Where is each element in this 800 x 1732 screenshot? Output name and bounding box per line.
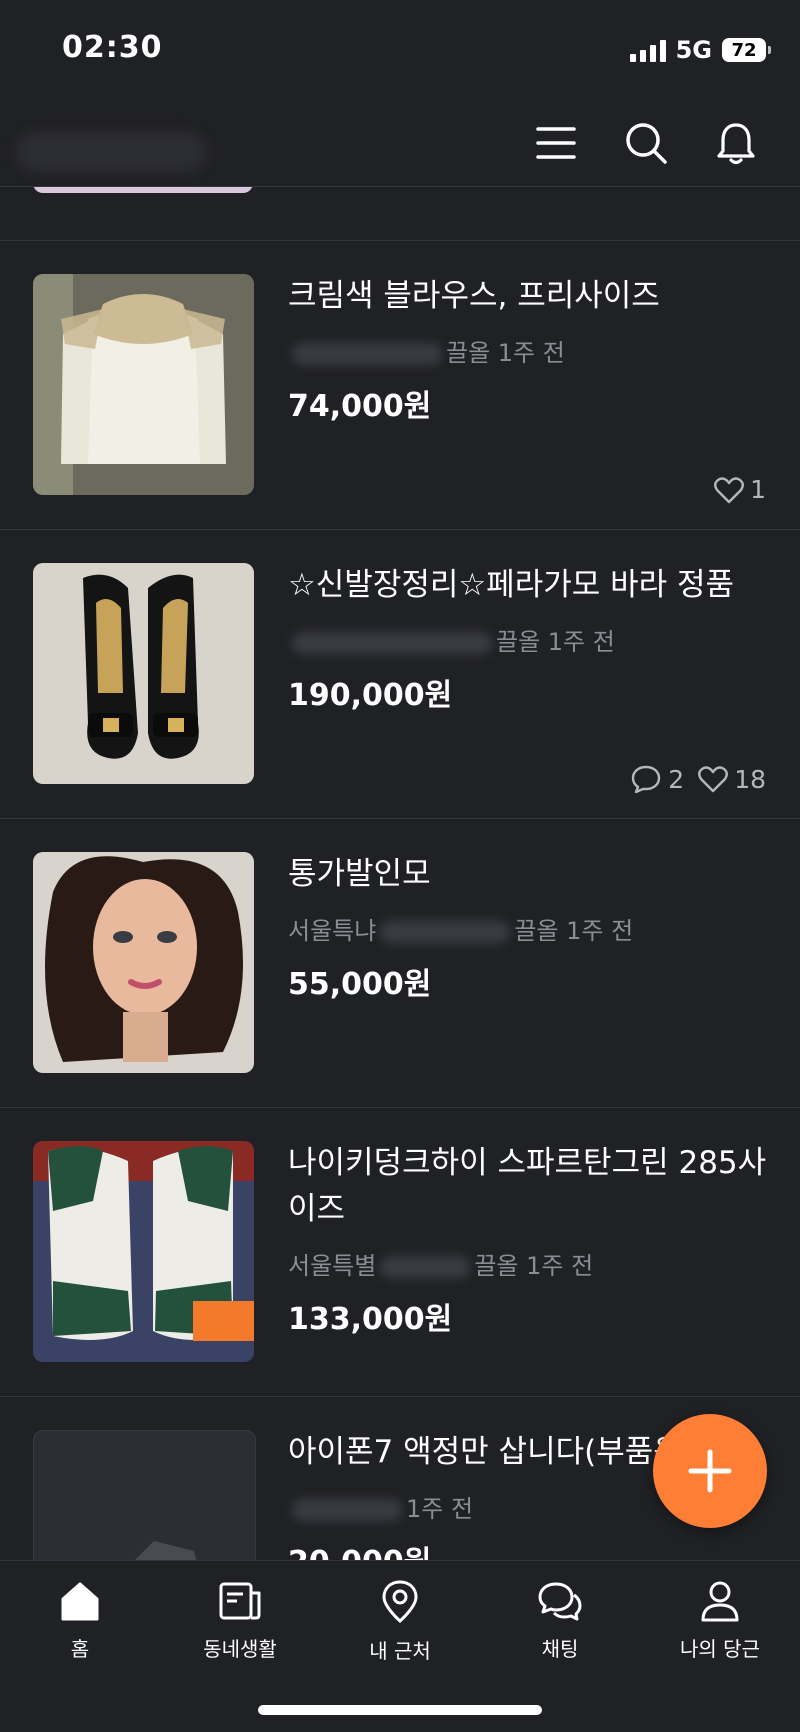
location-redacted: [380, 1256, 471, 1278]
list-item[interactable]: 통가발인모 서울특냐 끌올 1주 전 55,000원: [0, 818, 800, 1108]
tab-nearby[interactable]: 내 근처: [320, 1579, 480, 1669]
home-indicator[interactable]: [258, 1705, 542, 1715]
tag-icon: [135, 1541, 197, 1560]
app-header: [0, 100, 800, 187]
item-meta: 서울특냐 끌올 1주 전: [288, 911, 633, 946]
tab-home[interactable]: 홈: [0, 1579, 160, 1669]
tab-chat[interactable]: 채팅: [480, 1579, 640, 1669]
chat-bubble-icon: [632, 765, 661, 794]
network-label: 5G: [675, 36, 712, 64]
item-price: 55,000원: [288, 967, 432, 1002]
chat-count: 2: [630, 764, 684, 794]
item-meta: 1주 전: [288, 1489, 473, 1524]
item-time: 끌올 1주 전: [496, 628, 615, 656]
item-meta: 끌올 1주 전: [288, 333, 565, 368]
search-icon[interactable]: [621, 118, 671, 168]
location-redacted: [292, 1499, 402, 1521]
person-icon: [701, 1581, 739, 1622]
item-price: 20,000원: [288, 1537, 431, 1560]
tab-community[interactable]: 동네생활: [160, 1579, 320, 1669]
product-list: 크림색 블라우스, 프리사이즈 끌올 1주 전 74,000원 1 ☆신발장정리…: [0, 187, 800, 1560]
location-title-redacted: [16, 132, 206, 172]
item-thumbnail[interactable]: [33, 563, 254, 784]
bell-icon[interactable]: [711, 118, 761, 168]
item-thumbnail-placeholder[interactable]: [33, 1430, 256, 1560]
list-item[interactable]: ☆신발장정리☆페라가모 바라 정품 끌올 1주 전 190,000원 2 18: [0, 529, 800, 819]
item-price: 74,000원: [288, 389, 432, 424]
item-time: 끌올 1주 전: [474, 1252, 594, 1280]
status-indicators: 5G 72: [629, 36, 771, 64]
location-icon: [382, 1580, 418, 1623]
item-thumbnail[interactable]: [33, 274, 254, 495]
item-thumbnail[interactable]: [33, 1141, 254, 1362]
news-icon: [219, 1582, 261, 1620]
previous-item-thumbnail[interactable]: [33, 187, 253, 193]
item-location: 서울특별: [288, 1252, 377, 1280]
plus-icon: [688, 1449, 732, 1493]
item-time: 끌올 1주 전: [514, 917, 634, 945]
item-time: 끌올 1주 전: [446, 339, 565, 367]
home-icon: [61, 1582, 99, 1621]
item-meta: 끌올 1주 전: [288, 622, 615, 657]
heart-icon: [698, 766, 729, 793]
item-price: 190,000원: [288, 678, 453, 713]
item-time: 1주 전: [406, 1495, 474, 1523]
add-post-button[interactable]: [653, 1414, 767, 1528]
like-count: 18: [698, 765, 766, 794]
location-redacted: [292, 343, 442, 365]
item-stats: 1: [714, 475, 766, 504]
location-redacted: [292, 632, 492, 654]
item-meta: 서울특별 끌올 1주 전: [288, 1246, 593, 1281]
menu-icon[interactable]: [531, 118, 581, 168]
status-bar: 02:30 5G 72: [0, 0, 800, 100]
item-title: 크림색 블라우스, 프리사이즈: [288, 278, 660, 314]
item-stats: 2 18: [630, 764, 766, 794]
tab-my-carrot[interactable]: 나의 당근: [640, 1579, 800, 1669]
battery-level: 72: [731, 39, 757, 61]
list-item[interactable]: 나이키덩크하이 스파르탄그린 285사이즈 서울특별 끌올 1주 전 133,00…: [0, 1107, 800, 1397]
battery-icon: 72: [722, 38, 771, 62]
location-redacted: [380, 921, 511, 943]
item-title: 통가발인모: [288, 856, 431, 892]
like-count: 1: [714, 475, 766, 504]
list-item[interactable]: 크림색 블라우스, 프리사이즈 끌올 1주 전 74,000원 1: [0, 240, 800, 530]
item-location: 서울특냐: [288, 917, 377, 945]
chat-icon: [538, 1582, 582, 1621]
signal-icon: [629, 38, 666, 62]
status-time: 02:30: [62, 30, 163, 65]
item-title: 나이키덩크하이 스파르탄그린 285사이즈: [288, 1145, 767, 1227]
heart-icon: [714, 476, 745, 503]
item-thumbnail[interactable]: [33, 852, 254, 1073]
item-title: ☆신발장정리☆페라가모 바라 정품: [288, 567, 735, 603]
item-price: 133,000원: [288, 1302, 453, 1337]
